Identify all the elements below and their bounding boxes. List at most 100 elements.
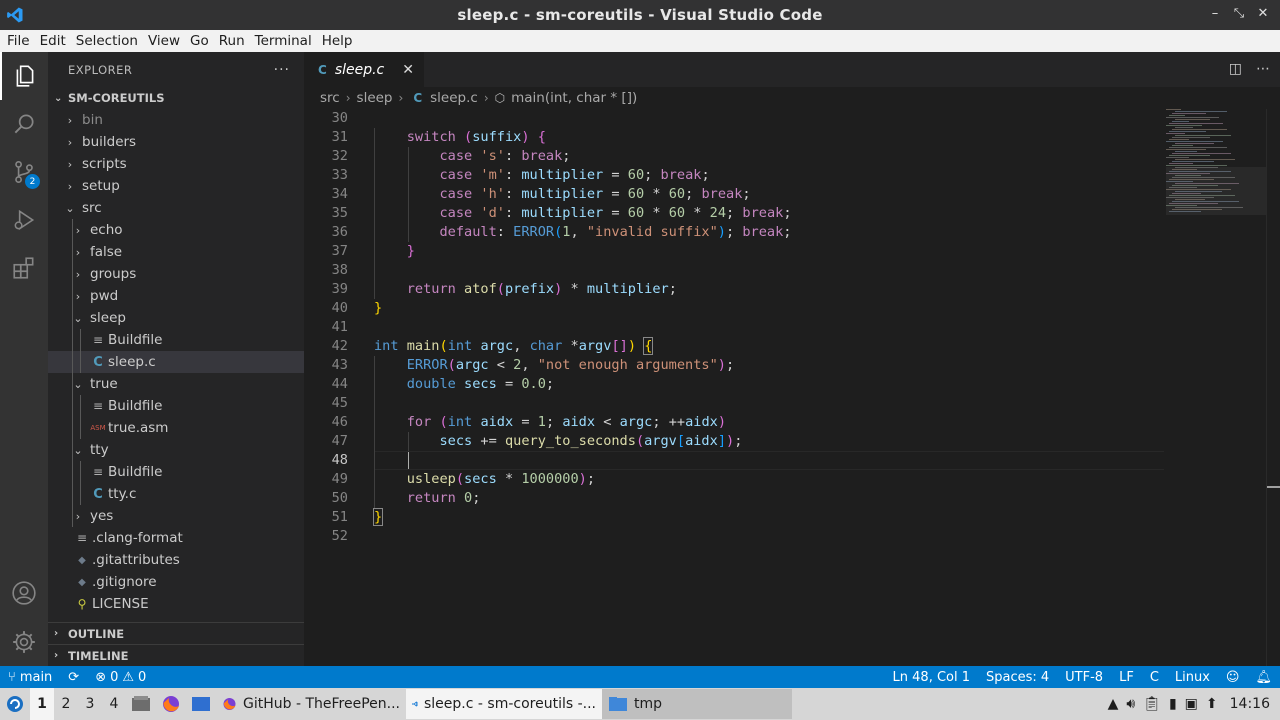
tree-folder-true[interactable]: ⌄ true [48,373,304,395]
indentation-status[interactable]: Spaces: 4 [978,670,1057,685]
code-line[interactable]: 35 case 'd': multiplier = 60 * 60 * 24; … [304,204,1164,223]
sync-button[interactable]: ⟳ [60,670,87,685]
tree-file-license[interactable]: ⚲ LICENSE [48,593,304,615]
minimize-button[interactable]: – [1208,6,1222,21]
tree-folder-groups[interactable]: › groups [48,263,304,285]
explorer-activity[interactable] [0,52,48,100]
vertical-scrollbar[interactable] [1266,109,1280,666]
menu-selection[interactable]: Selection [71,33,143,49]
breadcrumb-src[interactable]: src [320,90,340,106]
code-line[interactable]: 37 } [304,242,1164,261]
task-vscode[interactable]: sleep.c - sm-coreutils -... [406,689,602,719]
code-line[interactable]: 49 usleep(secs * 1000000); [304,470,1164,489]
menu-edit[interactable]: Edit [35,33,71,49]
code-line[interactable]: 48 [304,451,1164,470]
language-status[interactable]: C [1142,670,1167,685]
outline-section[interactable]: › OUTLINE [48,622,304,644]
encoding-status[interactable]: UTF-8 [1057,670,1111,685]
code-line[interactable]: 45 [304,394,1164,413]
code-line[interactable]: 39 return atof(prefix) * multiplier; [304,280,1164,299]
menu-view[interactable]: View [143,33,185,49]
run-debug-activity[interactable] [0,196,48,244]
breadcrumb-symbol[interactable]: main(int, char * []) [511,90,637,106]
tree-file-sleep-c[interactable]: Csleep.c [48,351,304,373]
more-actions-icon[interactable]: ··· [274,62,290,78]
desktop-launcher[interactable] [186,688,216,720]
file-manager-launcher[interactable] [126,688,156,720]
code-line[interactable]: 42 int main(int argc, char *argv[]) { [304,337,1164,356]
workspace-3[interactable]: 3 [78,688,102,720]
workspace-root[interactable]: ⌄ SM-COREUTILS [48,87,304,109]
restore-button[interactable]: ⤡ [1232,6,1246,21]
cursor-position[interactable]: Ln 48, Col 1 [885,670,978,685]
tree-folder-yes[interactable]: › yes [48,505,304,527]
tree-file-tty-c[interactable]: Ctty.c [48,483,304,505]
timeline-section[interactable]: › TIMELINE [48,644,304,666]
code-line[interactable]: 32 case 's': break; [304,147,1164,166]
tree-file-buildfile[interactable]: ≡ Buildfile [48,461,304,483]
tree-folder-src[interactable]: ⌄ src [48,197,304,219]
minimap-viewport[interactable] [1166,167,1266,215]
task-firefox[interactable]: GitHub - TheFreePen... [216,689,406,719]
battery-icon[interactable]: ▮ [1169,696,1177,712]
manage-activity[interactable] [0,618,48,666]
tree-file-true-asm[interactable]: ASM true.asm [48,417,304,439]
code-line[interactable]: 52 [304,527,1164,546]
code-editor[interactable]: 30 31 switch (suffix) {32 case 's': break… [304,109,1164,666]
code-line[interactable]: 41 [304,318,1164,337]
tab-sleep-c[interactable]: C sleep.c ✕ [304,52,424,87]
task-tmp-folder[interactable]: tmp [602,689,792,719]
menu-file[interactable]: File [2,33,35,49]
start-menu-button[interactable] [0,688,30,720]
search-activity[interactable] [0,100,48,148]
breadcrumb-sleep[interactable]: sleep [357,90,393,106]
updates-icon[interactable]: ⬆ [1206,696,1218,712]
split-editor-icon[interactable]: ◫ [1229,61,1242,77]
menu-run[interactable]: Run [214,33,250,49]
code-line[interactable]: 34 case 'h': multiplier = 60 * 60; break… [304,185,1164,204]
workspace-2[interactable]: 2 [54,688,78,720]
tray-arrow-icon[interactable]: ▲ [1108,696,1119,712]
volume-icon[interactable]: 🔊︎ [1126,696,1135,712]
source-control-activity[interactable]: 2 [0,148,48,196]
code-line[interactable]: 51} [304,508,1164,527]
tree-folder-sleep[interactable]: ⌄ sleep [48,307,304,329]
more-actions-icon[interactable]: ⋯ [1256,61,1270,77]
accounts-activity[interactable] [0,569,48,617]
tree-file-buildfile[interactable]: ≡ Buildfile [48,329,304,351]
tree-folder-scripts[interactable]: › scripts [48,153,304,175]
notifications-bell-icon[interactable]: 🔔︎ [1247,670,1280,685]
tree-file-buildfile[interactable]: ≡ Buildfile [48,395,304,417]
tree-folder-false[interactable]: › false [48,241,304,263]
tree-folder-pwd[interactable]: › pwd [48,285,304,307]
branch-status[interactable]: ⑂ main [0,670,60,685]
tree-file-gitattributes[interactable]: ◆ .gitattributes [48,549,304,571]
menu-help[interactable]: Help [317,33,358,49]
tree-folder-bin[interactable]: › bin [48,109,304,131]
tree-file-gitignore[interactable]: ◆ .gitignore [48,571,304,593]
code-line[interactable]: 38 [304,261,1164,280]
workspace-1[interactable]: 1 [30,688,54,720]
breadcrumb-file[interactable]: sleep.c [430,90,478,106]
close-tab-icon[interactable]: ✕ [402,62,414,78]
code-line[interactable]: 30 [304,109,1164,128]
code-line[interactable]: 47 secs += query_to_seconds(argv[aidx]); [304,432,1164,451]
tree-folder-setup[interactable]: › setup [48,175,304,197]
menu-go[interactable]: Go [185,33,214,49]
code-line[interactable]: 31 switch (suffix) { [304,128,1164,147]
code-line[interactable]: 44 double secs = 0.0; [304,375,1164,394]
workspace-4[interactable]: 4 [102,688,126,720]
minimap[interactable] [1166,109,1266,229]
tree-folder-tty[interactable]: ⌄ tty [48,439,304,461]
menu-terminal[interactable]: Terminal [250,33,317,49]
close-window-button[interactable]: ✕ [1256,6,1270,21]
code-line[interactable]: 43 ERROR(argc < 2, "not enough arguments… [304,356,1164,375]
platform-status[interactable]: Linux [1167,670,1218,685]
feedback-icon[interactable]: ☺ [1218,670,1248,685]
problems-status[interactable]: ⊗ 0 ⚠ 0 [87,670,154,685]
tree-file-clang-format[interactable]: ≡ .clang-format [48,527,304,549]
code-line[interactable]: 46 for (int aidx = 1; aidx < argc; ++aid… [304,413,1164,432]
code-line[interactable]: 33 case 'm': multiplier = 60; break; [304,166,1164,185]
extensions-activity[interactable] [0,244,48,292]
code-line[interactable]: 36 default: ERROR(1, "invalid suffix"); … [304,223,1164,242]
